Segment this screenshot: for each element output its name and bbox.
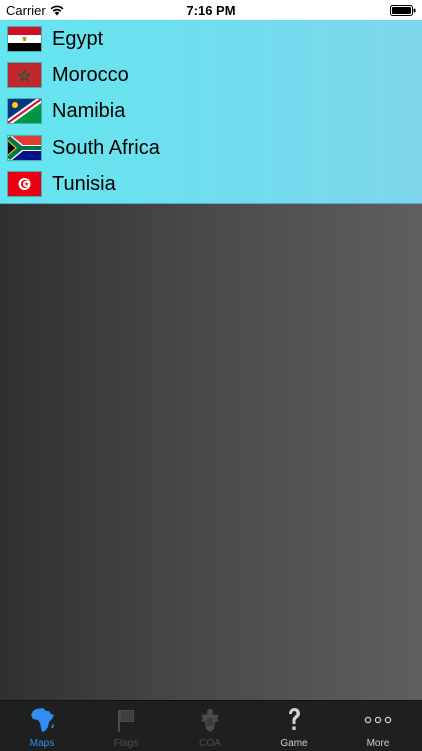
tab-label: More (366, 738, 390, 749)
country-row-namibia[interactable]: Namibia (0, 93, 422, 129)
more-dots-icon (364, 716, 392, 724)
tab-coa[interactable]: COA (168, 701, 252, 751)
country-name: Morocco (52, 64, 129, 86)
clock: 7:16 PM (186, 3, 236, 18)
tab-label: Flags (113, 738, 139, 749)
coat-of-arms-icon (201, 709, 219, 732)
battery-icon (390, 5, 416, 16)
country-name: Egypt (52, 28, 104, 50)
tab-label: Game (280, 738, 308, 749)
country-row-tunisia[interactable]: Tunisia (0, 166, 422, 202)
south-africa-flag-icon (8, 136, 41, 160)
tab-game[interactable]: Game (252, 701, 336, 751)
egypt-flag-icon (8, 27, 41, 51)
namibia-flag-icon (8, 99, 41, 123)
country-list: Egypt Morocco Namibia South Africa Tunis… (0, 20, 422, 204)
country-name: South Africa (52, 137, 160, 159)
tab-flags[interactable]: Flags (84, 701, 168, 751)
country-row-egypt[interactable]: Egypt (0, 21, 422, 57)
country-row-south-africa[interactable]: South Africa (0, 130, 422, 166)
status-bar: Carrier 7:16 PM (0, 0, 422, 20)
tab-bar: Maps Flags COA Game More (0, 700, 422, 751)
tab-more[interactable]: More (336, 701, 420, 751)
country-row-morocco[interactable]: Morocco (0, 57, 422, 93)
tunisia-flag-icon (8, 172, 41, 196)
flag-icon (118, 710, 134, 732)
africa-map-icon (31, 708, 54, 732)
tab-maps[interactable]: Maps (0, 701, 84, 751)
content-area (0, 204, 422, 700)
country-name: Namibia (52, 100, 126, 122)
question-mark-icon (289, 708, 300, 730)
morocco-flag-icon (8, 63, 41, 87)
country-name: Tunisia (52, 173, 116, 195)
tab-label: COA (199, 738, 221, 749)
tab-label: Maps (29, 738, 55, 749)
